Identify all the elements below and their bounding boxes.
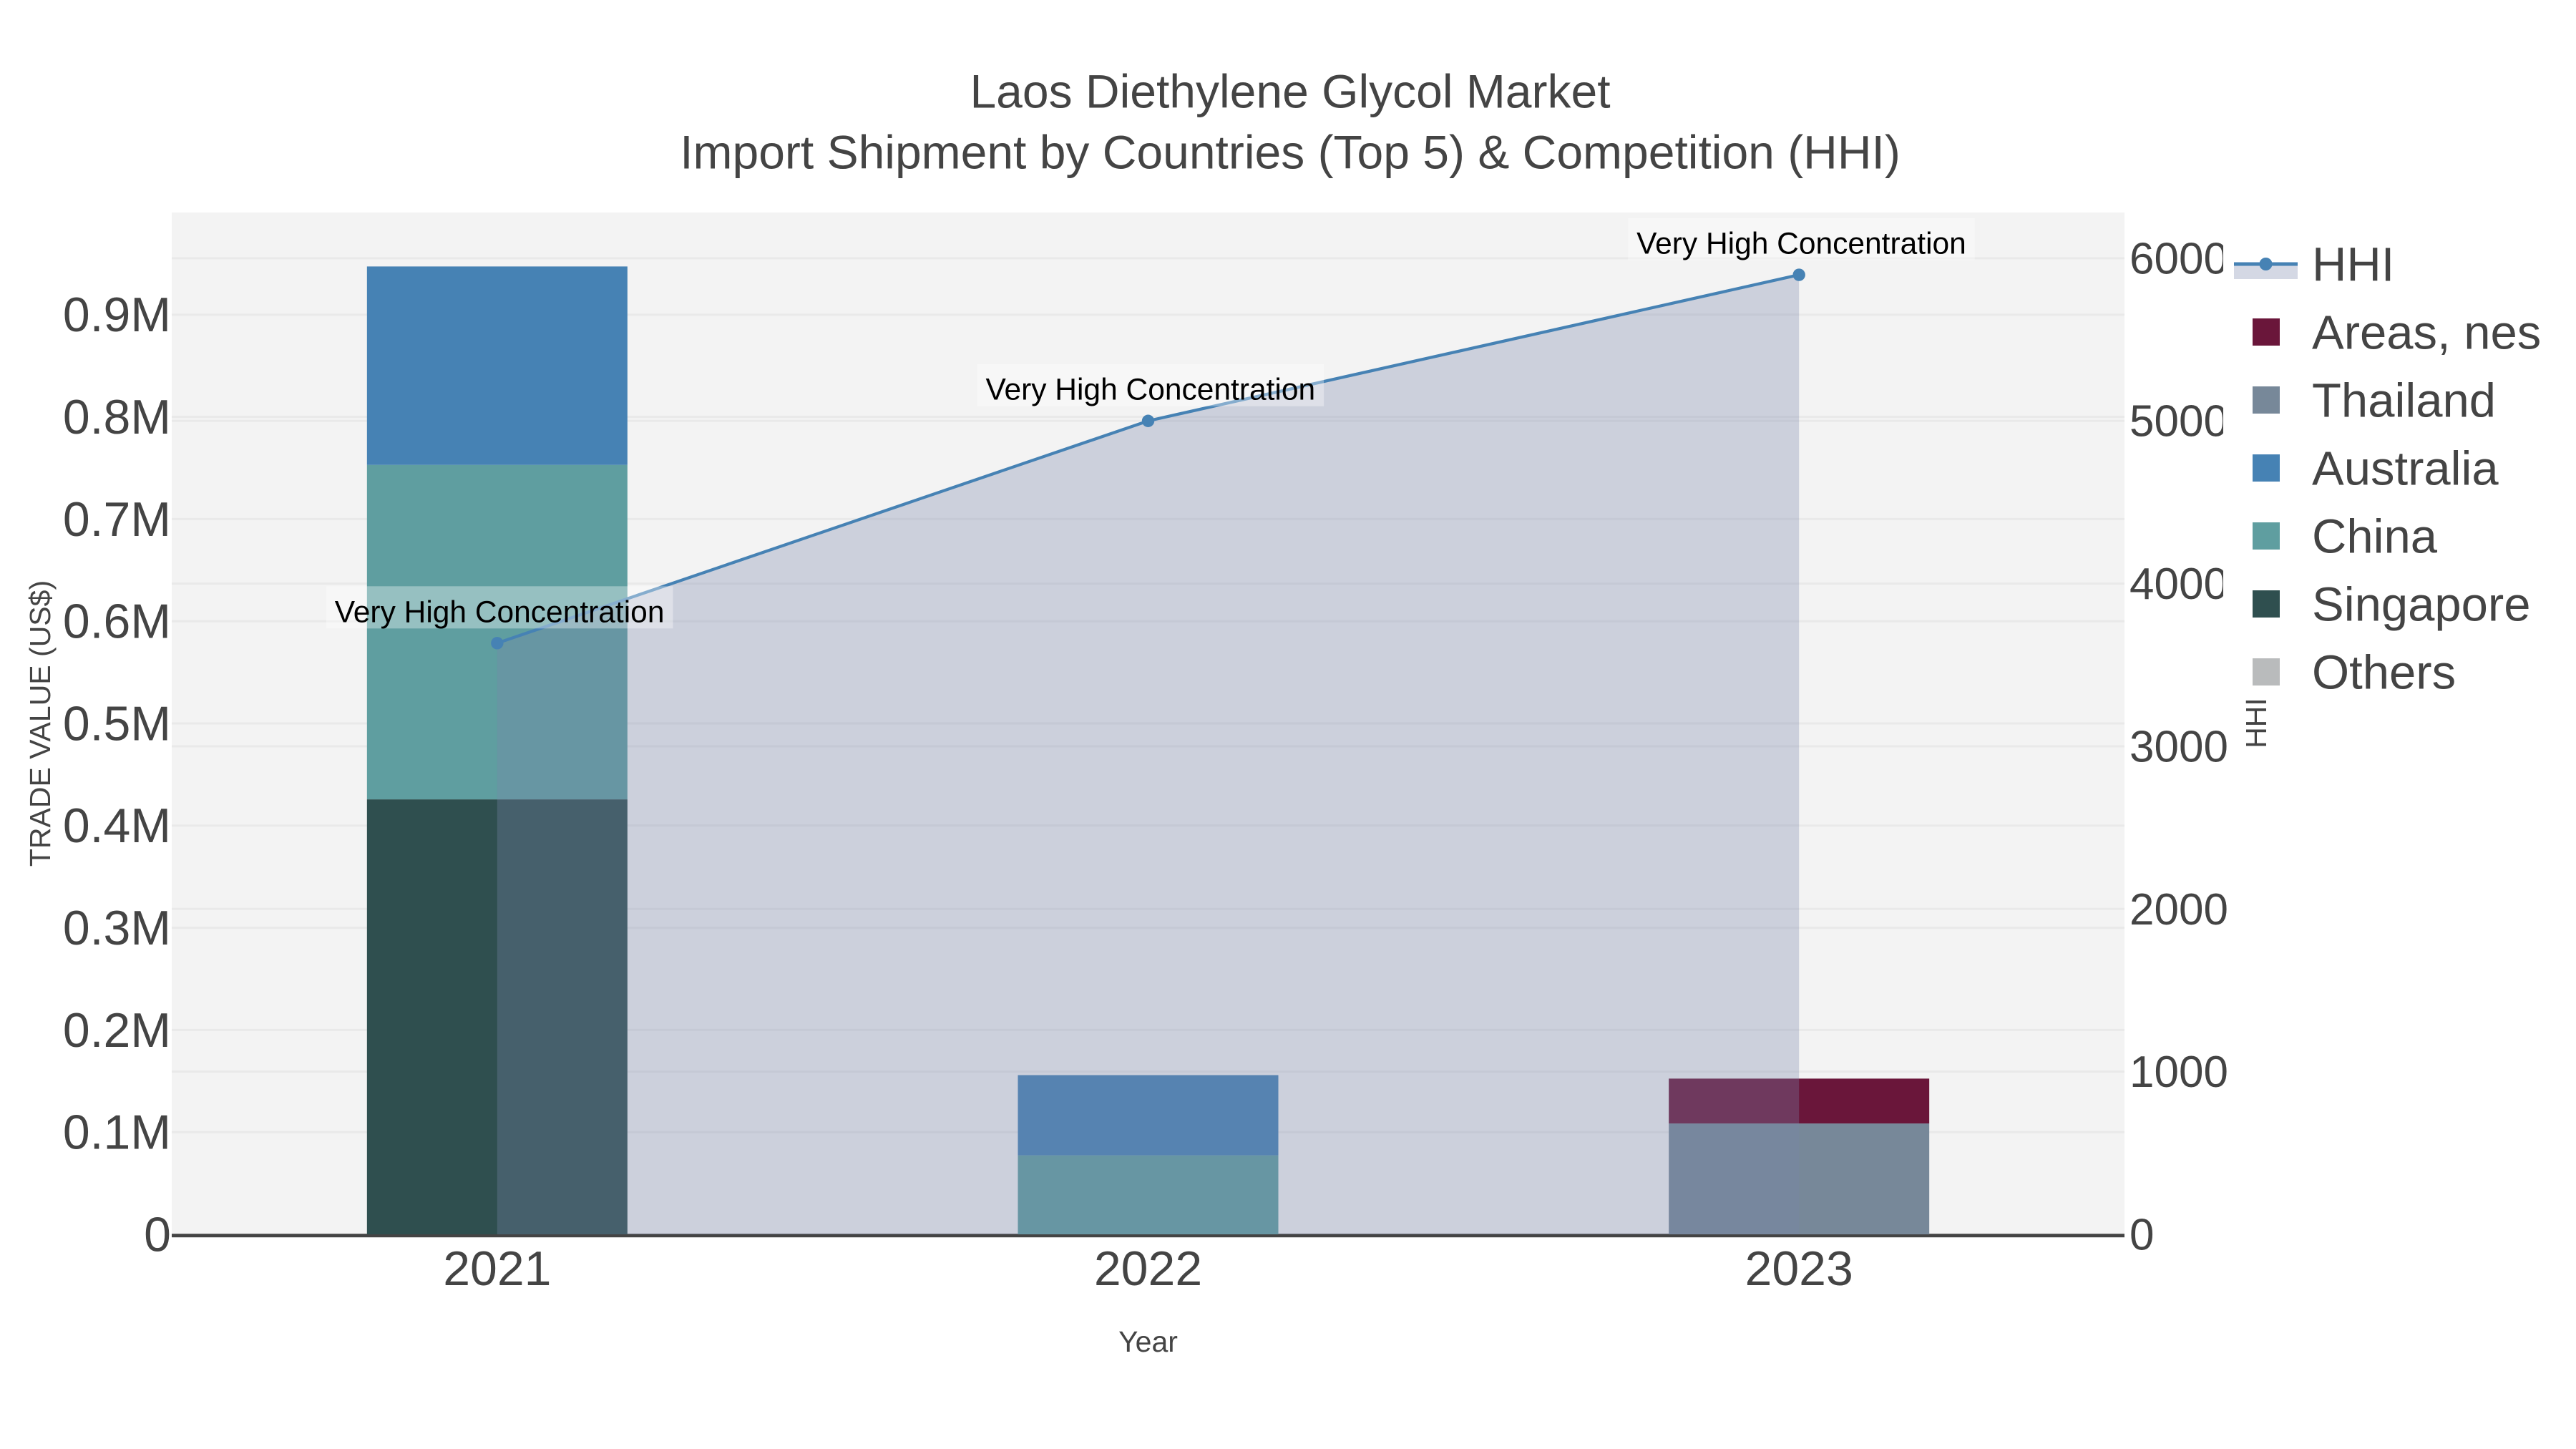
- y-right-tick-4000: 4000: [2129, 560, 2228, 609]
- legend: HHI Areas, nes Thailand Australia China Singa…: [2223, 229, 2562, 699]
- legend-label-areas-nes: Areas, nes: [2312, 306, 2541, 359]
- y-left-tick-0.6M: 0.6M: [63, 595, 171, 649]
- legend-hhi-marker-swatch: [2259, 258, 2273, 270]
- y-left-tick-0.5M: 0.5M: [63, 696, 171, 751]
- legend-label-hhi: HHI: [2312, 238, 2394, 291]
- y-left-tick-0.8M: 0.8M: [63, 390, 171, 444]
- y-left-tick-0.4M: 0.4M: [63, 799, 171, 853]
- y-left-tick-0.1M: 0.1M: [63, 1106, 171, 1160]
- y2-axis-title: HHI: [2240, 698, 2273, 748]
- legend-swatch-australia: [2253, 454, 2280, 482]
- y-right-tick-3000: 3000: [2129, 722, 2228, 771]
- figure-title-line2: Import Shipment by Countries (Top 5) & C…: [680, 126, 1901, 179]
- annotation-text-2023: Very High Concentration: [1636, 228, 1966, 261]
- x-axis-title: Year: [1118, 1325, 1178, 1358]
- x-tick-2023: 2023: [1745, 1241, 1853, 1296]
- figure-title-line1: Laos Diethylene Glycol Market: [970, 65, 1610, 118]
- y-left-tick-0.3M: 0.3M: [63, 901, 171, 955]
- chart-figure: Very High Concentration Very High Concent…: [0, 0, 2576, 1449]
- y-right-tick-1000: 1000: [2129, 1048, 2228, 1097]
- legend-swatch-areas-nes: [2253, 318, 2280, 346]
- annotation-text-2021: Very High Concentration: [335, 595, 665, 629]
- legend-swatch-singapore: [2253, 590, 2280, 618]
- y-right-tick-5000: 5000: [2129, 397, 2228, 447]
- legend-swatch-china: [2253, 522, 2280, 550]
- legend-label-thailand: Thailand: [2312, 374, 2496, 427]
- legend-swatch-thailand: [2253, 386, 2280, 414]
- y-axis-title: TRADE VALUE (US$): [24, 580, 57, 867]
- x-tick-2022: 2022: [1094, 1241, 1202, 1296]
- y-right-tick-0: 0: [2129, 1211, 2154, 1260]
- y-left-tick-0.2M: 0.2M: [63, 1003, 171, 1058]
- x-tick-2021: 2021: [443, 1241, 551, 1296]
- chart-canvas: Very High Concentration Very High Concent…: [24, 65, 2562, 1358]
- legend-label-china: China: [2312, 509, 2438, 563]
- hhi-marker-2021[interactable]: [491, 637, 504, 650]
- legend-label-others: Others: [2312, 645, 2456, 699]
- legend-label-singapore: Singapore: [2312, 577, 2530, 631]
- hhi-marker-2023[interactable]: [1792, 268, 1805, 281]
- y-right-tick-2000: 2000: [2129, 885, 2228, 935]
- hhi-marker-2022[interactable]: [1141, 414, 1155, 427]
- y-right-tick-6000: 6000: [2129, 234, 2228, 283]
- legend-label-australia: Australia: [2312, 441, 2499, 495]
- y-left-tick-0.9M: 0.9M: [63, 288, 171, 342]
- annotation-text-2022: Very High Concentration: [985, 374, 1315, 407]
- bar-segment-australia-2021[interactable]: [366, 266, 628, 465]
- y-left-tick-0: 0: [144, 1207, 171, 1262]
- legend-swatch-others: [2253, 658, 2280, 686]
- y-left-tick-0.7M: 0.7M: [63, 492, 171, 547]
